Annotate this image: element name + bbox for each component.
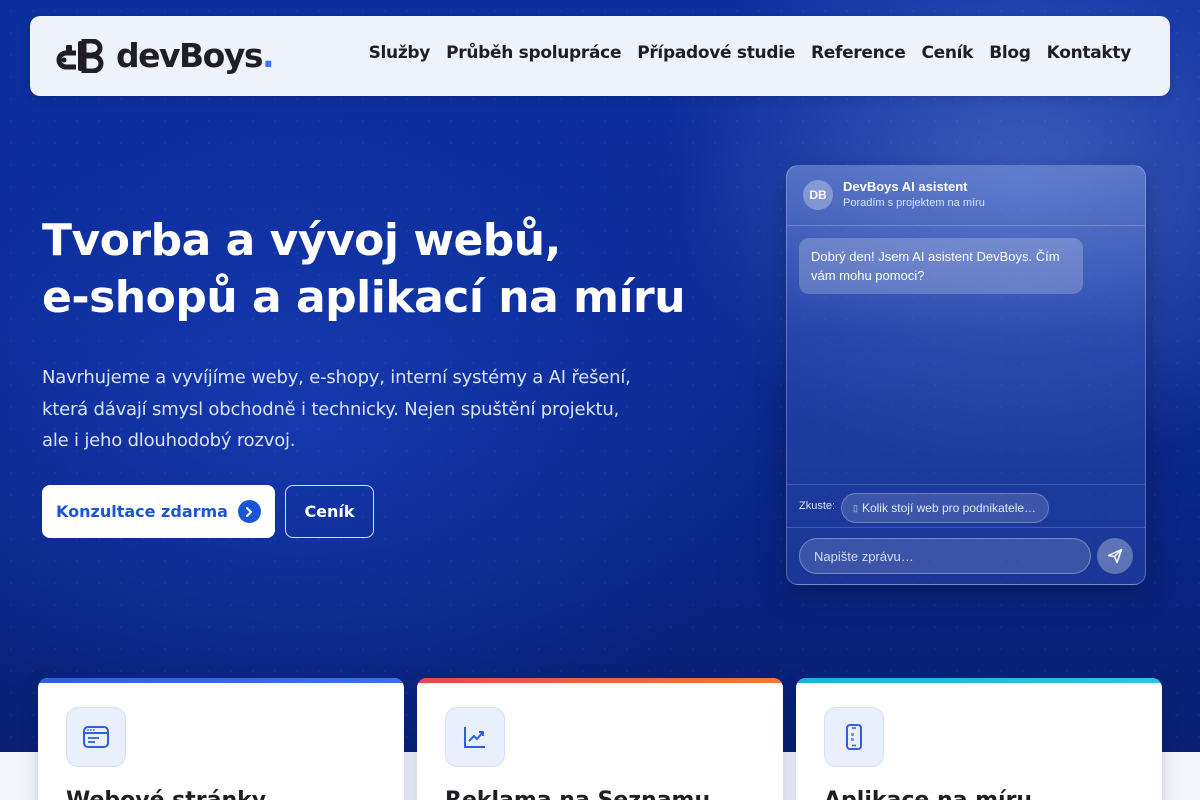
hero-title: Tvorba a vývoj webů, e-shopů a aplikací … <box>42 212 742 326</box>
chat-suggestions: Zkuste: ▯ Kolik stojí web pro podnikatel… <box>787 484 1145 528</box>
service-card-web[interactable]: Webové stránky <box>38 678 404 800</box>
nav-item-blog[interactable]: Blog <box>989 43 1031 63</box>
chat-assistant-name: DevBoys AI asistent <box>843 179 968 194</box>
brand-logo[interactable]: devBoys. <box>56 36 275 75</box>
brand-name: devBoys. <box>116 36 275 75</box>
hero-title-line: e-shopů a aplikací na míru <box>42 272 686 323</box>
card-accent-bar <box>417 678 783 683</box>
chevron-right-icon <box>237 500 261 523</box>
service-card-title: Reklama na Seznamu <box>445 788 710 800</box>
browser-window-icon <box>66 707 126 767</box>
suggestion-chip[interactable]: ▯ Kolik stojí web pro podnikatele… <box>841 493 1049 523</box>
devboys-logo-mark-icon <box>56 38 104 73</box>
smartphone-icon <box>824 707 884 767</box>
nav-item-sluzby[interactable]: Služby <box>369 43 431 63</box>
service-card-title: Webové stránky <box>66 788 266 800</box>
chat-header: DB DevBoys AI asistent Poradím s projekt… <box>787 166 1145 226</box>
hero-title-line: Tvorba a vývoj webů, <box>42 215 561 266</box>
top-navbar: devBoys. Služby Průběh spolupráce Případ… <box>30 16 1170 96</box>
lightbulb-icon: ▯ <box>853 502 858 513</box>
hero-description-line: ale i jeho dlouhodobý rozvoj. <box>42 430 296 451</box>
free-consultation-label: Konzultace zdarma <box>56 502 228 521</box>
free-consultation-button[interactable]: Konzultace zdarma <box>42 485 275 538</box>
hero-description-line: Navrhujeme a vyvíjíme weby, e-shopy, int… <box>42 367 631 388</box>
chat-message-assistant: Dobrý den! Jsem AI asistent DevBoys. Čím… <box>799 238 1083 294</box>
nav-item-pripadove-studie[interactable]: Případové studie <box>637 43 795 63</box>
main-menu: Služby Průběh spolupráce Případové studi… <box>369 43 1132 63</box>
service-card-title: Aplikace na míru <box>824 788 1032 800</box>
nav-item-reference[interactable]: Reference <box>811 43 906 63</box>
send-icon <box>1107 548 1123 564</box>
trend-chart-icon <box>445 707 505 767</box>
nav-item-cenik[interactable]: Ceník <box>921 43 973 63</box>
chat-assistant-subtitle: Poradím s projektem na míru <box>843 197 985 209</box>
send-message-button[interactable] <box>1097 538 1133 574</box>
nav-item-kontakty[interactable]: Kontakty <box>1047 43 1132 63</box>
avatar: DB <box>803 180 833 210</box>
suggestion-chip-label: Kolik stojí web pro podnikatele… <box>861 501 1037 515</box>
pricing-button[interactable]: Ceník <box>285 485 374 538</box>
suggestions-label: Zkuste: <box>799 500 836 512</box>
service-card-seznam-ads[interactable]: Reklama na Seznamu <box>417 678 783 800</box>
nav-item-prubeh-spoluprace[interactable]: Průběh spolupráce <box>446 43 621 63</box>
card-accent-bar <box>796 678 1162 683</box>
hero-description-line: která dávají smysl obchodně i technicky.… <box>42 398 620 420</box>
service-card-custom-apps[interactable]: Aplikace na míru <box>796 678 1162 800</box>
card-accent-bar <box>38 678 404 683</box>
hero-description: Navrhujeme a vyvíjíme weby, e-shopy, int… <box>42 362 662 457</box>
ai-chat-widget: DB DevBoys AI asistent Poradím s projekt… <box>786 165 1146 585</box>
chat-message-input[interactable] <box>799 538 1091 574</box>
